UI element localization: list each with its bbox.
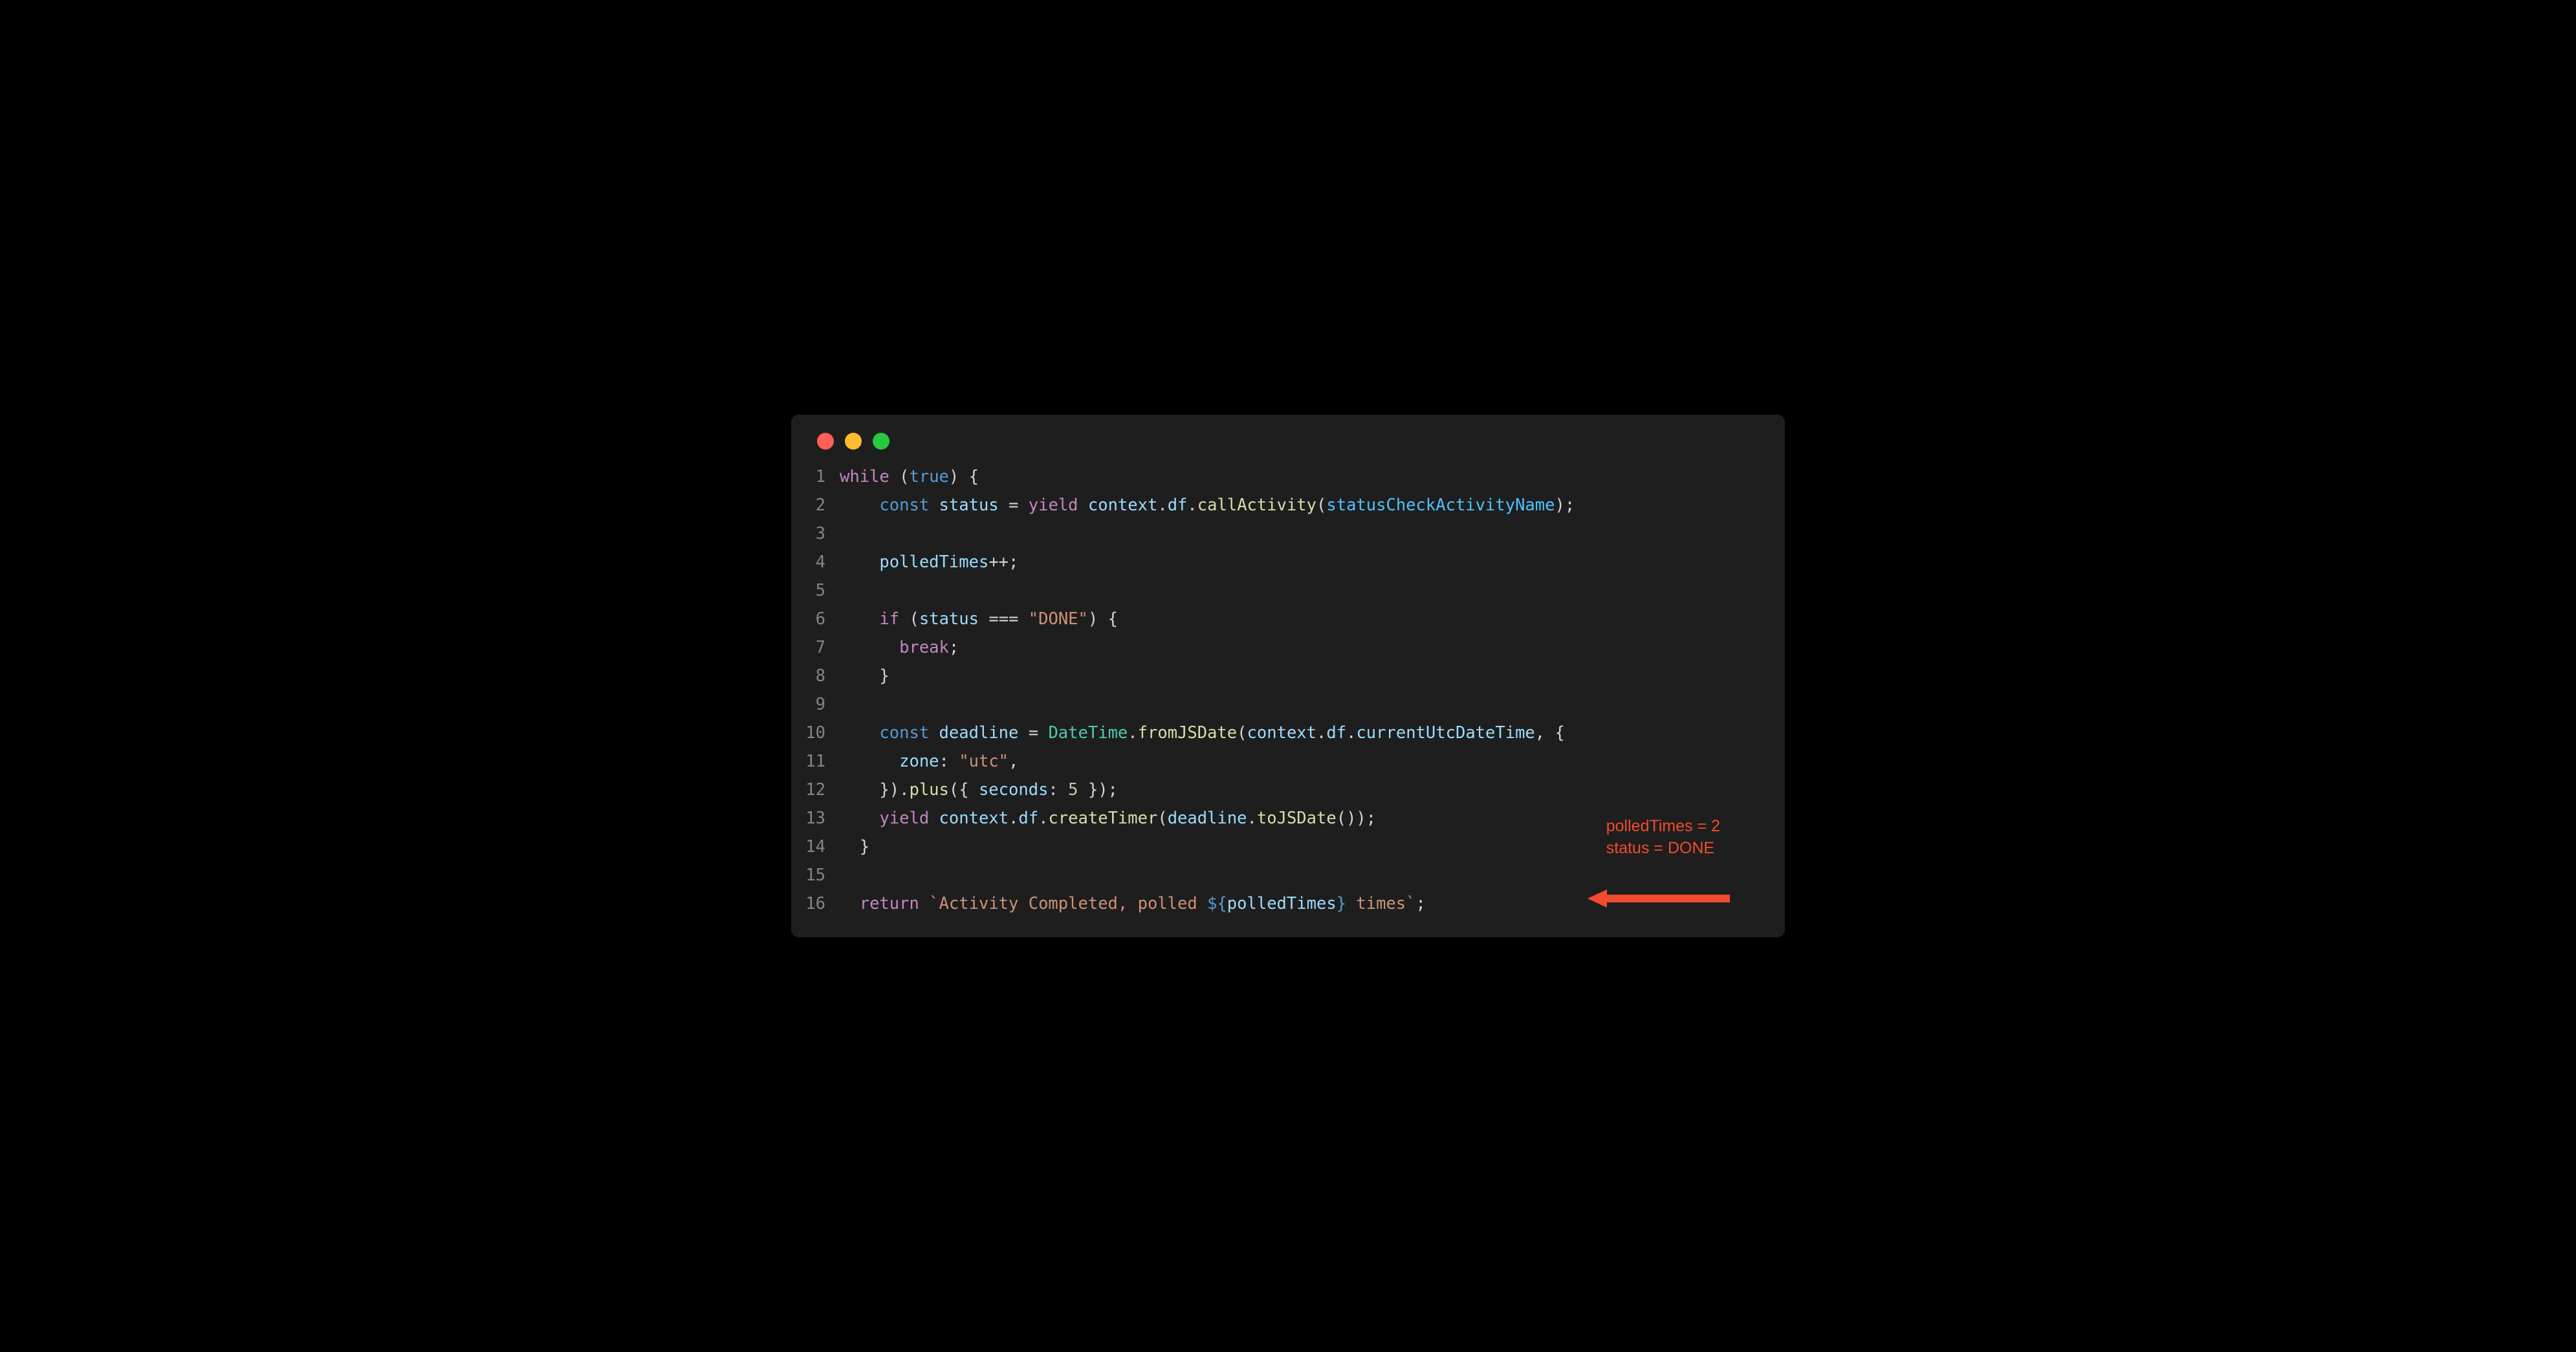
code-line: 15: [804, 861, 1765, 889]
code-line: 9: [804, 690, 1765, 719]
code-line: 5: [804, 576, 1765, 605]
line-number: 2: [804, 491, 840, 519]
code-line: 3: [804, 519, 1765, 548]
code-content: }: [840, 662, 1765, 690]
code-content: }).plus({ seconds: 5 });: [840, 776, 1765, 804]
code-line: 4 polledTimes++;: [804, 548, 1765, 576]
code-line: 2 const status = yield context.df.callAc…: [804, 491, 1765, 519]
line-number: 10: [804, 719, 840, 747]
code-line: 6 if (status === "DONE") {: [804, 605, 1765, 633]
code-content: if (status === "DONE") {: [840, 605, 1765, 633]
code-editor-window: 1 while (true) { 2 const status = yield …: [791, 415, 1785, 937]
code-line: 7 break;: [804, 633, 1765, 662]
code-line: 10 const deadline = DateTime.fromJSDate(…: [804, 719, 1765, 747]
code-content: const deadline = DateTime.fromJSDate(con…: [840, 719, 1765, 747]
close-icon[interactable]: [817, 433, 834, 450]
line-number: 12: [804, 776, 840, 804]
line-number: 16: [804, 889, 840, 918]
line-number: 8: [804, 662, 840, 690]
line-number: 5: [804, 576, 840, 605]
code-line: 12 }).plus({ seconds: 5 });: [804, 776, 1765, 804]
line-number: 11: [804, 747, 840, 776]
code-line: 11 zone: "utc",: [804, 747, 1765, 776]
arrow-icon: [1588, 889, 1730, 908]
code-content: zone: "utc",: [840, 747, 1765, 776]
line-number: 6: [804, 605, 840, 633]
code-line: 8 }: [804, 662, 1765, 690]
line-number: 1: [804, 463, 840, 491]
annotation-line: status = DONE: [1606, 837, 1720, 859]
line-number: 7: [804, 633, 840, 662]
line-number: 3: [804, 519, 840, 548]
line-number: 13: [804, 804, 840, 833]
code-editor[interactable]: 1 while (true) { 2 const status = yield …: [791, 463, 1785, 918]
maximize-icon[interactable]: [873, 433, 890, 450]
code-line: 1 while (true) {: [804, 463, 1765, 491]
code-content: polledTimes++;: [840, 548, 1765, 576]
annotation-line: polledTimes = 2: [1606, 815, 1720, 837]
line-number: 4: [804, 548, 840, 576]
code-content: break;: [840, 633, 1765, 662]
code-content: const status = yield context.df.callActi…: [840, 491, 1765, 519]
line-number: 14: [804, 833, 840, 861]
debug-annotation: polledTimes = 2 status = DONE: [1606, 815, 1720, 859]
line-number: 9: [804, 690, 840, 719]
code-content: while (true) {: [840, 463, 1765, 491]
line-number: 15: [804, 861, 840, 889]
minimize-icon[interactable]: [845, 433, 862, 450]
window-titlebar: [791, 415, 1785, 463]
